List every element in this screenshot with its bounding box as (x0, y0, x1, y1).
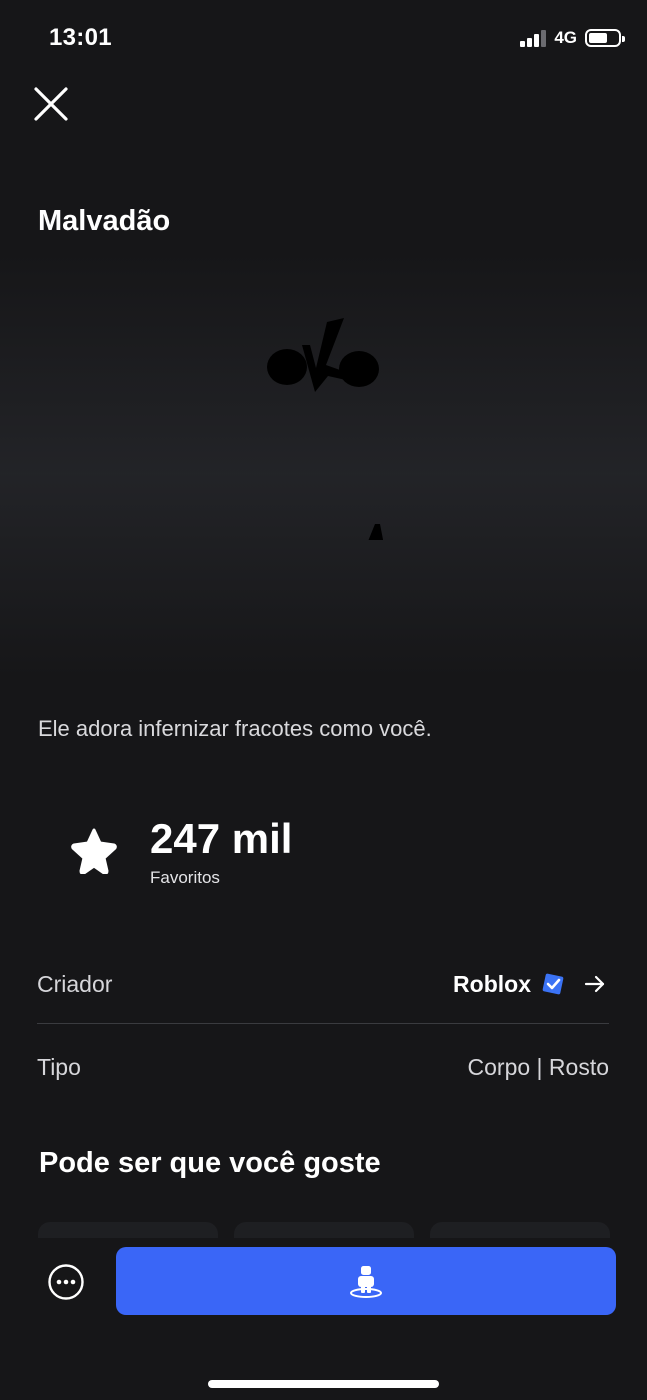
battery-level (589, 33, 608, 43)
status-time: 13:01 (49, 24, 112, 51)
star-icon (71, 828, 117, 875)
recommendations-title: Pode ser que você goste (39, 1147, 381, 1179)
home-indicator[interactable] (208, 1380, 439, 1388)
type-value: Corpo | Rosto (467, 1053, 609, 1080)
close-icon (34, 87, 68, 121)
favorite-button[interactable] (68, 826, 120, 875)
arrow-right-icon (584, 975, 605, 993)
type-row: Tipo Corpo | Rosto (37, 1047, 609, 1087)
favorites-label: Favoritos (150, 868, 220, 887)
divider (37, 1023, 609, 1024)
creator-label: Criador (37, 970, 113, 997)
item-description: Ele adora infernizar fracotes como você. (38, 716, 432, 741)
more-options-icon (48, 1264, 84, 1300)
creator-link[interactable]: Roblox (453, 971, 609, 998)
try-on-button[interactable] (116, 1247, 616, 1315)
creator-name: Roblox (453, 970, 531, 997)
type-label: Tipo (37, 1053, 81, 1080)
signal-icon (520, 29, 547, 47)
battery-icon (585, 29, 625, 47)
item-details-screen: 13:01 4G Malvadão Ele adora infernizar f (0, 0, 647, 1400)
status-indicators: 4G (520, 28, 625, 48)
network-type: 4G (554, 28, 577, 47)
face-preview-image (267, 318, 384, 540)
item-title: Malvadão (38, 205, 171, 237)
more-options-button[interactable] (47, 1263, 85, 1301)
favorites-count: 247 mil (150, 815, 293, 862)
item-preview (0, 250, 647, 680)
avatar-try-on-icon (350, 1266, 382, 1298)
close-button[interactable] (31, 84, 71, 124)
verified-badge-icon (542, 973, 564, 995)
creator-row: Criador Roblox (37, 964, 609, 1004)
